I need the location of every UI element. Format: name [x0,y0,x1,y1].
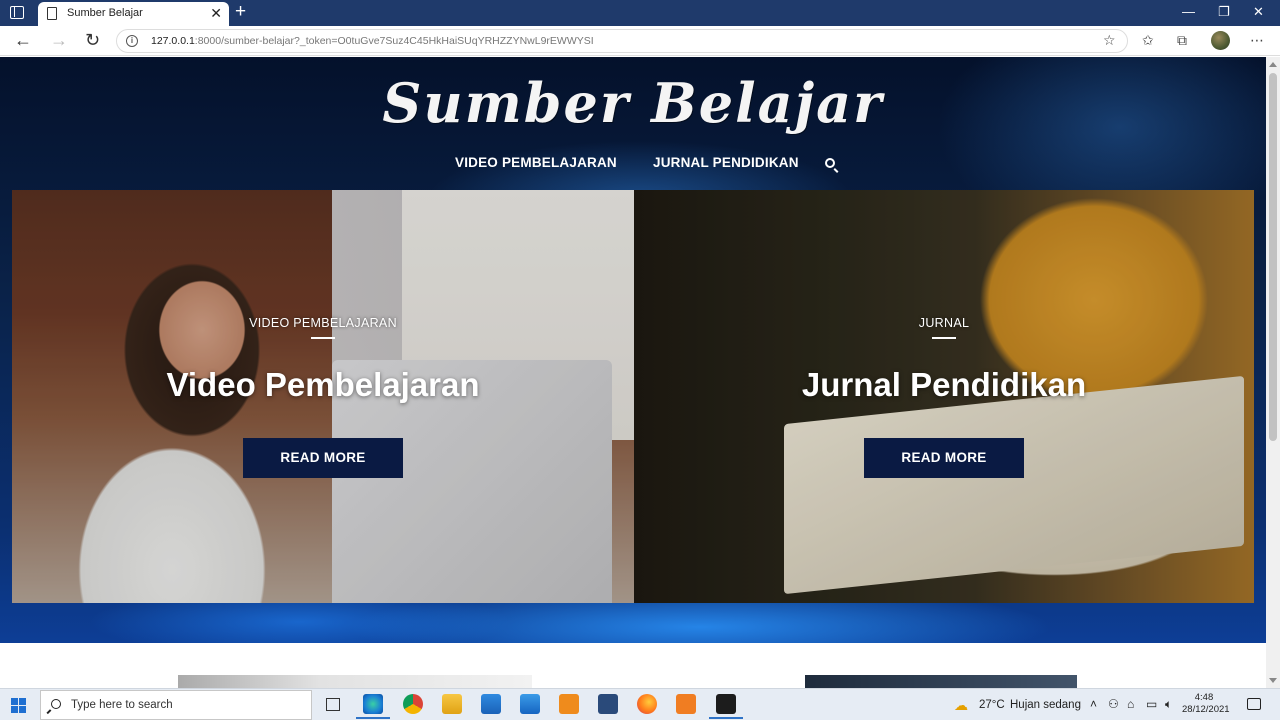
url-host: 127.0.0.1 [151,35,195,47]
page-viewport: Sumber Belajar VIDEO PEMBELAJARAN JURNAL… [0,57,1266,688]
hero-section: Sumber Belajar VIDEO PEMBELAJARAN JURNAL… [0,57,1266,643]
divider [932,337,956,339]
onedrive-icon[interactable]: ⚇ [1108,697,1119,711]
store-icon[interactable] [481,694,501,714]
browser-titlebar: Sumber Belajar ✕ + — ❐ ✕ [0,0,1280,26]
search-placeholder: Type here to search [71,699,173,711]
browser-toolbar: ← → ↻ i 127.0.0.1:8000/sumber-belajar?_t… [0,26,1280,56]
main-nav: VIDEO PEMBELAJARAN JURNAL PENDIDIKAN [0,155,1266,175]
scroll-thumb[interactable] [1269,73,1277,441]
sublime-text-icon[interactable] [559,694,579,714]
card-title[interactable]: Video Pembelajaran [12,366,634,404]
terminal-icon[interactable] [709,694,743,719]
clock-date: 28/12/2021 [1182,704,1230,715]
search-icon [51,699,61,709]
weather-temp[interactable]: 27°C [979,699,1005,711]
browser-tab[interactable]: Sumber Belajar ✕ [38,2,229,26]
weather-desc[interactable]: Hujan sedang [1010,699,1081,711]
post-thumbnail[interactable] [178,675,532,688]
visual-studio-icon[interactable] [598,694,618,714]
chrome-icon[interactable] [403,694,423,714]
tab-actions-icon[interactable] [10,6,24,19]
weather-icon[interactable]: ☁ [954,697,968,713]
firefox-icon[interactable] [637,694,657,714]
read-more-button[interactable]: READ MORE [864,438,1024,478]
site-info-icon[interactable]: i [126,35,138,47]
more-icon[interactable]: ⋯ [1250,32,1264,48]
taskbar-search[interactable]: Type here to search [40,690,312,720]
post-thumbnail[interactable] [805,675,1077,688]
mail-icon[interactable] [520,694,540,714]
read-more-button[interactable]: READ MORE [243,438,403,478]
card-category[interactable]: JURNAL [634,316,1254,330]
clock-time: 4:48 [1194,692,1214,703]
notification-icon[interactable] [1247,698,1261,710]
scrollbar[interactable] [1266,57,1280,688]
chevron-up-icon[interactable]: ˄ [1090,697,1097,711]
tab-title: Sumber Belajar [67,7,143,19]
file-explorer-icon[interactable] [442,694,462,714]
reload-button[interactable]: ↻ [85,30,100,50]
new-tab-button[interactable]: + [235,2,246,22]
edge-icon[interactable] [356,694,390,719]
profile-avatar[interactable] [1211,31,1230,50]
favorite-add-icon[interactable]: ☆ [1103,32,1116,48]
card-title[interactable]: Jurnal Pendidikan [634,366,1254,404]
url-path: :8000/sumber-belajar?_token=O0tuGve7Suz4… [194,35,594,47]
clock[interactable]: 4:48 28/12/2021 [1182,692,1230,716]
card-category[interactable]: VIDEO PEMBELAJARAN [12,316,634,330]
favorites-icon[interactable]: ✩ [1142,32,1154,48]
windows-taskbar: Type here to search ☁ 27°C Hujan sedang … [0,688,1280,720]
address-bar[interactable]: i 127.0.0.1:8000/sumber-belajar?_token=O… [116,29,1128,53]
close-window-button[interactable]: ✕ [1253,3,1264,21]
page-icon [47,7,57,20]
minimize-button[interactable]: — [1182,3,1195,21]
forward-button[interactable]: → [50,30,68,50]
task-view-icon[interactable] [326,698,340,711]
network-icon[interactable]: ⌂ [1127,697,1134,711]
volume-icon[interactable]: 🔈︎ [1165,697,1172,711]
divider [311,337,335,339]
collections-icon[interactable]: ⧉ [1177,32,1187,48]
nav-video-pembelajaran[interactable]: VIDEO PEMBELAJARAN [455,155,617,170]
start-button[interactable] [11,698,26,713]
nav-jurnal-pendidikan[interactable]: JURNAL PENDIDIKAN [653,155,799,170]
scroll-down-arrow[interactable] [1269,678,1277,683]
search-icon[interactable] [825,158,835,168]
battery-icon[interactable]: ▭ [1146,697,1157,711]
card-video-pembelajaran: VIDEO PEMBELAJARAN Video Pembelajaran RE… [12,190,634,603]
url-text[interactable]: 127.0.0.1:8000/sumber-belajar?_token=O0t… [151,35,594,47]
maximize-button[interactable]: ❐ [1218,3,1230,21]
scroll-up-arrow[interactable] [1269,62,1277,67]
xampp-icon[interactable] [676,694,696,714]
back-button[interactable]: ← [14,30,32,50]
site-logo[interactable]: Sumber Belajar [0,71,1266,135]
card-jurnal-pendidikan: JURNAL Jurnal Pendidikan READ MORE [634,190,1254,603]
tab-close-button[interactable]: ✕ [210,5,222,21]
